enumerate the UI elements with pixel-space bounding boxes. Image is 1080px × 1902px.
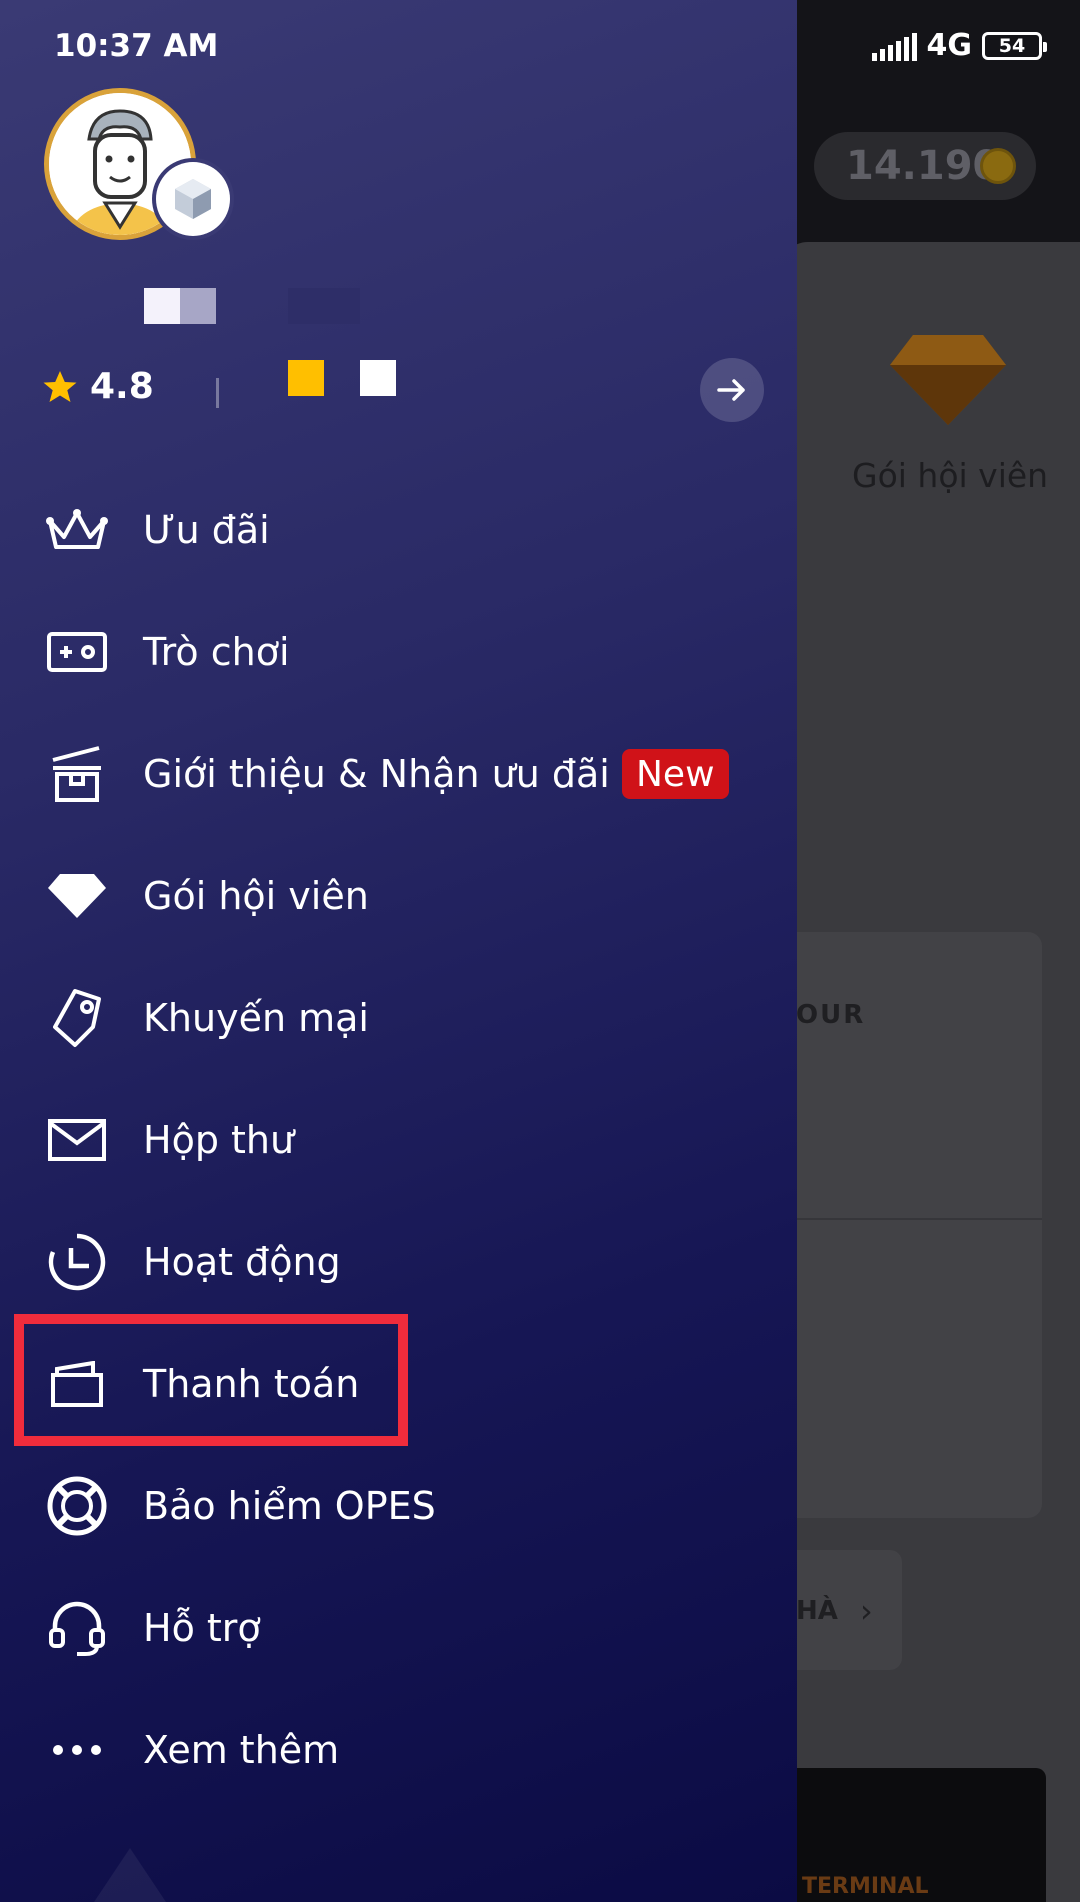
- menu-label: Ưu đãi: [143, 508, 270, 552]
- menu-item-khuyen-mai[interactable]: Khuyến mại: [0, 963, 797, 1073]
- menu-label: Khuyến mại: [143, 996, 369, 1040]
- game-ticket-icon: [44, 619, 110, 685]
- clock-icon: [44, 1229, 110, 1295]
- coin-balance: 14.190: [846, 143, 1001, 189]
- member-package-label[interactable]: Gói hội viên: [852, 456, 1048, 495]
- mail-icon: [44, 1107, 110, 1173]
- rating-divider: [216, 378, 219, 408]
- blurred-pixel: [360, 360, 396, 396]
- name-pixel: [180, 288, 216, 324]
- battery-icon: 54: [982, 31, 1047, 60]
- tag-icon: [44, 985, 110, 1051]
- menu-item-ho-tro[interactable]: Hỗ trợ: [0, 1573, 797, 1683]
- menu-label: Bảo hiểm OPES: [143, 1484, 436, 1528]
- crown-icon: [44, 497, 110, 563]
- name-pixel: [144, 288, 180, 324]
- member-diamond-icon: [890, 335, 1006, 425]
- rating: 4.8: [42, 366, 154, 407]
- menu-label: Xem thêm: [143, 1728, 340, 1772]
- tier-badge-icon: [156, 162, 230, 236]
- menu-item-uu-dai[interactable]: Ưu đãi: [0, 475, 797, 585]
- coin-balance-pill[interactable]: 14.190: [814, 132, 1036, 200]
- menu-label: Giới thiệu & Nhận ưu đãi: [143, 752, 610, 796]
- watermark-shape: [90, 1848, 170, 1902]
- menu-item-goi-hoi-vien[interactable]: Gói hội viên: [0, 841, 797, 951]
- status-icons: 4G 54: [871, 28, 1047, 63]
- diamond-icon: [44, 863, 110, 929]
- menu-item-hop-thu[interactable]: Hộp thư: [0, 1085, 797, 1195]
- rating-value: 4.8: [90, 366, 154, 407]
- gift-icon: [44, 741, 110, 807]
- menu-item-bao-hiem[interactable]: Bảo hiểm OPES: [0, 1451, 797, 1561]
- signal-icon: [871, 31, 917, 61]
- menu-item-xem-them[interactable]: Xem thêm: [0, 1695, 797, 1805]
- battery-level: 54: [998, 34, 1026, 57]
- menu-label: Gói hội viên: [143, 874, 369, 918]
- menu-label: Trò chơi: [143, 630, 290, 674]
- blurred-pixel: [288, 360, 324, 396]
- menu-label: Hộp thư: [143, 1118, 295, 1162]
- more-dots-icon: [44, 1717, 110, 1783]
- menu-label: Hỗ trợ: [143, 1606, 261, 1650]
- name-pixel: [288, 288, 360, 324]
- coin-icon: [980, 148, 1016, 184]
- star-icon: [43, 370, 77, 402]
- highlight-box: [14, 1314, 408, 1446]
- menu-item-gioi-thieu[interactable]: Giới thiệu & Nhận ưu đãi New: [0, 719, 797, 829]
- new-badge: New: [622, 749, 729, 799]
- ha-text: HÀ: [796, 1596, 838, 1626]
- arrow-right-icon: [717, 379, 745, 401]
- tour-text: OUR: [796, 1000, 866, 1030]
- lifebuoy-icon: [44, 1473, 110, 1539]
- menu-item-tro-choi[interactable]: Trò chơi: [0, 597, 797, 707]
- status-bar: 10:37 AM 4G 54: [0, 0, 1080, 96]
- profile-arrow-button[interactable]: [700, 358, 764, 422]
- headset-icon: [44, 1595, 110, 1661]
- chevron-right-icon: ›: [860, 1592, 873, 1630]
- menu-label: Hoạt động: [143, 1240, 341, 1284]
- panel-divider: [780, 1218, 1042, 1220]
- terminal-text: TERMINAL: [802, 1874, 929, 1899]
- status-time: 10:37 AM: [54, 28, 219, 64]
- network-type: 4G: [926, 28, 973, 63]
- navigation-drawer: 4.8 Ưu đãi Trò chơi Giới thiệu & Nhận ưu…: [0, 0, 797, 1902]
- menu-item-hoat-dong[interactable]: Hoạt động: [0, 1207, 797, 1317]
